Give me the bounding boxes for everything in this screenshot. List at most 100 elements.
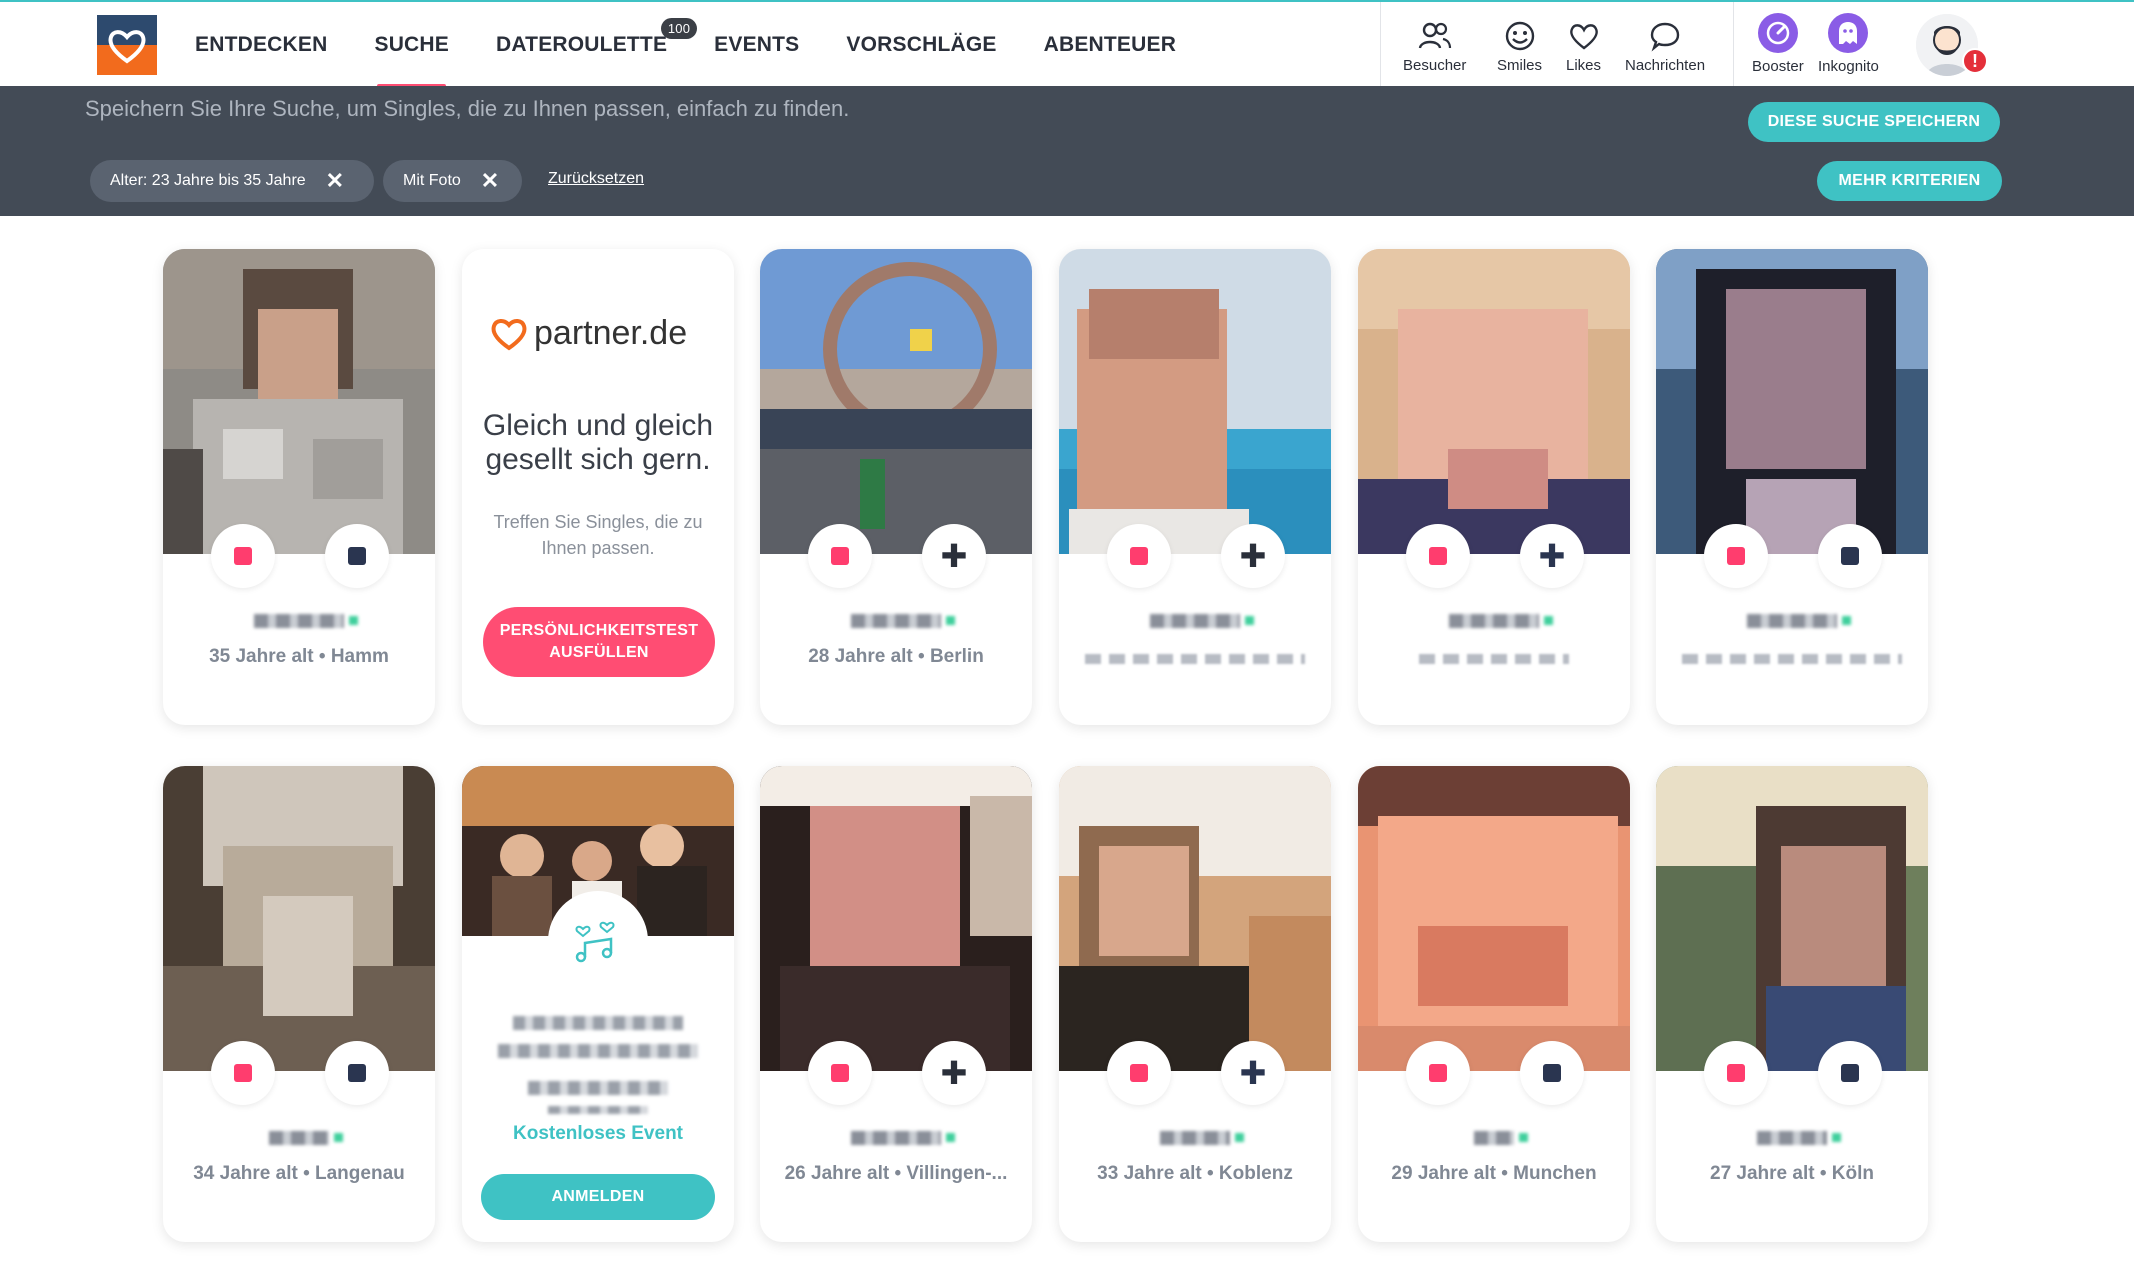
heart-icon bbox=[1429, 1064, 1447, 1082]
like-button[interactable] bbox=[1406, 524, 1470, 588]
nav-dateroulette[interactable]: DATEROULETTE 100 bbox=[496, 2, 698, 88]
event-title bbox=[498, 1044, 698, 1058]
nav-abenteuer[interactable]: ABENTEUER bbox=[1044, 2, 1176, 88]
nav-suche[interactable]: SUCHE bbox=[374, 2, 449, 88]
profile-card[interactable]: 29 Jahre alt • Munchen bbox=[1358, 766, 1630, 1242]
heart-icon bbox=[1727, 547, 1745, 565]
plus-icon bbox=[1841, 1064, 1859, 1082]
heart-logo-icon bbox=[491, 318, 527, 350]
close-icon[interactable]: ✕ bbox=[326, 168, 344, 194]
nav-events[interactable]: EVENTS bbox=[714, 2, 799, 88]
nav-vorschlaege[interactable]: VORSCHLÄGE bbox=[846, 2, 996, 88]
partner-logo: partner.de bbox=[490, 314, 687, 353]
heart-icon bbox=[1130, 1064, 1148, 1082]
like-button[interactable] bbox=[211, 524, 275, 588]
add-button[interactable] bbox=[1520, 1041, 1584, 1105]
like-button[interactable] bbox=[1704, 1041, 1768, 1105]
event-location bbox=[548, 1106, 648, 1114]
profile-card[interactable]: ✚ 28 Jahre alt • Berlin bbox=[760, 249, 1032, 725]
promo-title: Gleich und gleich gesellt sich gern. bbox=[482, 409, 714, 476]
filter-chip-age[interactable]: Alter: 23 Jahre bis 35 Jahre ✕ bbox=[90, 160, 374, 202]
add-button[interactable] bbox=[325, 524, 389, 588]
profile-photo bbox=[1059, 766, 1331, 1071]
profile-card[interactable]: 35 Jahre alt • Hamm bbox=[163, 249, 435, 725]
add-button[interactable] bbox=[1818, 1041, 1882, 1105]
plus-icon: ✚ bbox=[1239, 537, 1267, 575]
profile-location bbox=[1419, 654, 1569, 664]
heart-icon bbox=[1130, 547, 1148, 565]
profile-location bbox=[1682, 654, 1902, 664]
user-avatar-button[interactable]: ! bbox=[1916, 14, 1988, 76]
heart-icon bbox=[831, 547, 849, 565]
heart-icon bbox=[831, 1064, 849, 1082]
add-button[interactable]: ✚ bbox=[922, 1041, 986, 1105]
main-nav: ENTDECKEN SUCHE DATEROULETTE 100 EVENTS V… bbox=[195, 2, 1223, 88]
logo[interactable] bbox=[97, 15, 157, 75]
like-button[interactable] bbox=[1107, 1041, 1171, 1105]
music-hearts-icon bbox=[548, 891, 648, 991]
profile-photo bbox=[163, 766, 435, 1071]
heart-icon bbox=[234, 1064, 252, 1082]
filter-chip-photo[interactable]: Mit Foto ✕ bbox=[383, 160, 522, 202]
event-card[interactable]: Kostenloses Event ANMELDEN bbox=[462, 766, 734, 1242]
booster-label: Booster bbox=[1752, 58, 1804, 75]
profile-photo bbox=[1656, 766, 1928, 1071]
add-button[interactable]: ✚ bbox=[922, 524, 986, 588]
messages-button[interactable]: Nachrichten bbox=[1625, 20, 1705, 74]
profile-photo bbox=[760, 249, 1032, 554]
profile-location: 33 Jahre alt • Koblenz bbox=[1097, 1163, 1293, 1184]
booster-icon bbox=[1757, 13, 1798, 53]
plus-icon: ✚ bbox=[940, 537, 968, 575]
register-button[interactable]: ANMELDEN bbox=[481, 1174, 715, 1220]
like-button[interactable] bbox=[1704, 524, 1768, 588]
profile-location: 29 Jahre alt • Munchen bbox=[1391, 1163, 1597, 1184]
smile-icon bbox=[1505, 21, 1534, 51]
plus-icon: ✚ bbox=[940, 1054, 968, 1092]
likes-button[interactable]: Likes bbox=[1566, 20, 1601, 74]
add-button[interactable]: ✚ bbox=[1520, 524, 1584, 588]
profile-card[interactable]: ✚ 26 Jahre alt • Villingen-... bbox=[760, 766, 1032, 1242]
plus-icon: ✚ bbox=[1239, 1054, 1267, 1092]
plus-icon bbox=[348, 1064, 366, 1082]
profile-photo bbox=[760, 766, 1032, 1071]
incognito-button[interactable]: Inkognito bbox=[1818, 13, 1879, 75]
profile-name bbox=[1449, 614, 1553, 628]
reset-link[interactable]: Zurücksetzen bbox=[548, 170, 644, 188]
profile-location: 28 Jahre alt • Berlin bbox=[808, 646, 984, 667]
profile-name bbox=[1757, 1131, 1841, 1145]
chat-bubble-icon bbox=[1650, 22, 1680, 52]
add-button[interactable]: ✚ bbox=[1221, 524, 1285, 588]
top-navigation: ENTDECKEN SUCHE DATEROULETTE 100 EVENTS V… bbox=[0, 0, 2134, 88]
visitors-icon bbox=[1418, 22, 1451, 49]
nav-entdecken[interactable]: ENTDECKEN bbox=[195, 2, 327, 88]
profile-card[interactable]: 34 Jahre alt • Langenau bbox=[163, 766, 435, 1242]
profile-name bbox=[269, 1131, 343, 1145]
like-button[interactable] bbox=[211, 1041, 275, 1105]
add-button[interactable] bbox=[325, 1041, 389, 1105]
like-button[interactable] bbox=[808, 524, 872, 588]
like-button[interactable] bbox=[808, 1041, 872, 1105]
more-criteria-button[interactable]: MEHR KRITERIEN bbox=[1817, 161, 2002, 201]
close-icon[interactable]: ✕ bbox=[481, 168, 499, 194]
heart-icon bbox=[234, 547, 252, 565]
plus-icon bbox=[1841, 547, 1859, 565]
search-bar: Speichern Sie Ihre Suche, um Singles, di… bbox=[0, 86, 2134, 216]
plus-icon: ✚ bbox=[1538, 537, 1566, 575]
profile-card[interactable]: ✚ 33 Jahre alt • Koblenz bbox=[1059, 766, 1331, 1242]
smiles-button[interactable]: Smiles bbox=[1497, 20, 1542, 74]
profile-card[interactable]: 27 Jahre alt • Köln bbox=[1656, 766, 1928, 1242]
profile-card[interactable]: ✚ bbox=[1358, 249, 1630, 725]
visitors-button[interactable]: Besucher bbox=[1403, 20, 1466, 74]
profile-card[interactable] bbox=[1656, 249, 1928, 725]
alert-badge: ! bbox=[1962, 48, 1988, 74]
like-button[interactable] bbox=[1406, 1041, 1470, 1105]
profile-photo bbox=[1656, 249, 1928, 554]
add-button[interactable]: ✚ bbox=[1221, 1041, 1285, 1105]
add-button[interactable] bbox=[1818, 524, 1882, 588]
save-search-button[interactable]: DIESE SUCHE SPEICHERN bbox=[1748, 102, 2000, 142]
personality-test-button[interactable]: PERSÖNLICHKEITSTEST AUSFÜLLEN bbox=[483, 607, 715, 677]
profile-card[interactable]: ✚ bbox=[1059, 249, 1331, 725]
profile-name bbox=[851, 614, 955, 628]
booster-button[interactable]: Booster bbox=[1752, 13, 1804, 75]
like-button[interactable] bbox=[1107, 524, 1171, 588]
